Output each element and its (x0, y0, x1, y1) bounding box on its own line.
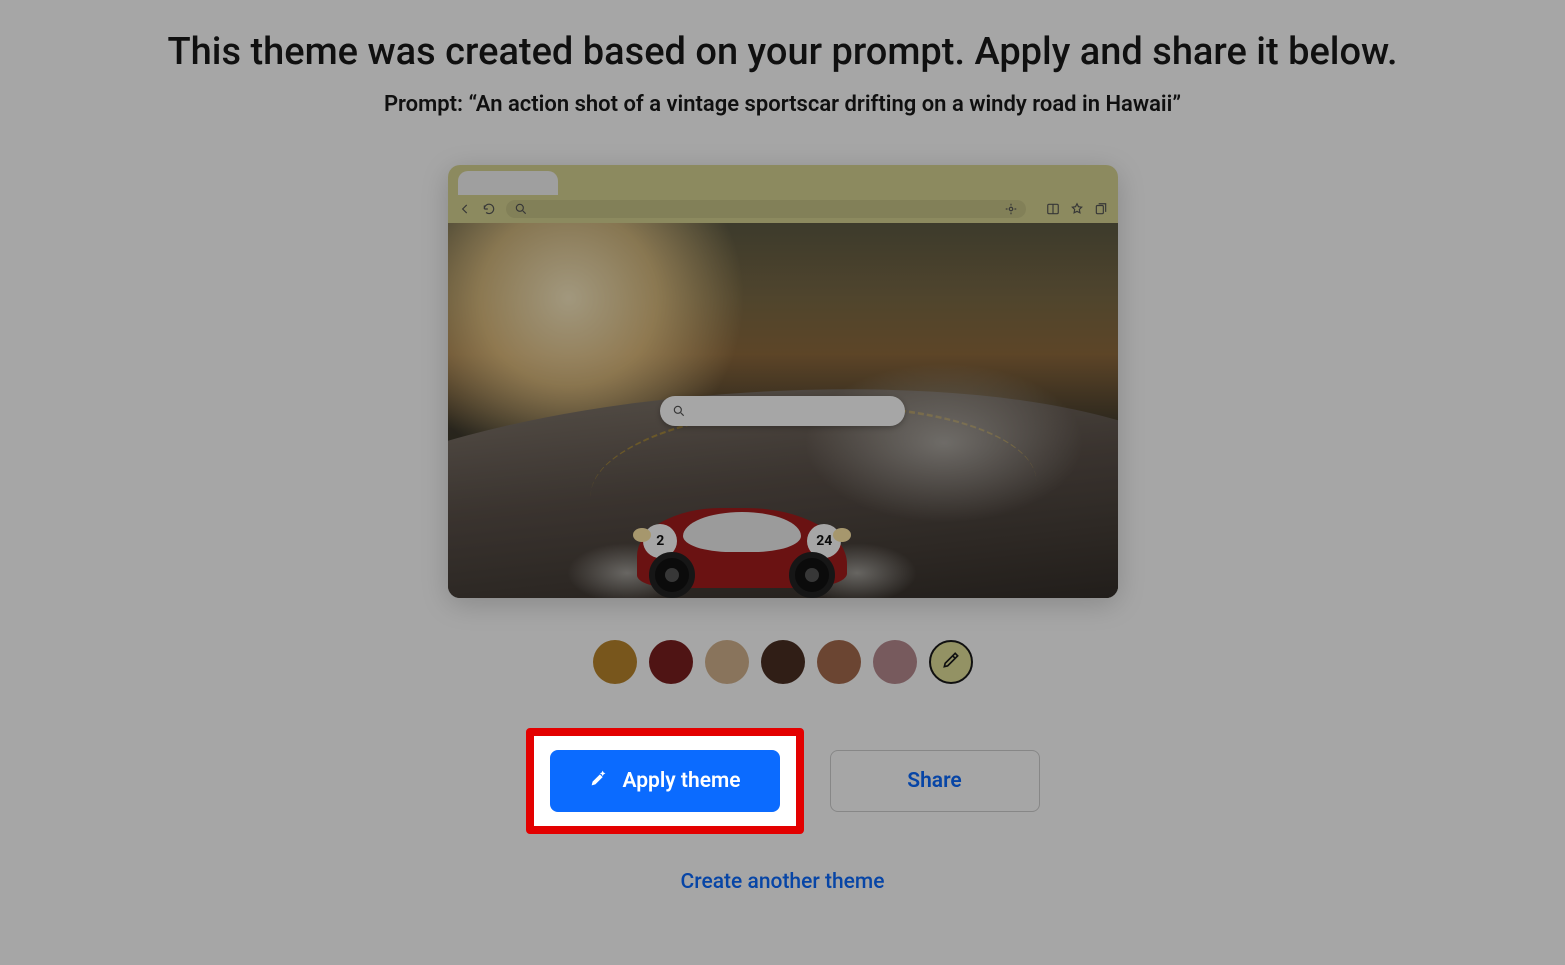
theme-result-page: This theme was created based on your pro… (0, 0, 1565, 965)
page-title: This theme was created based on your pro… (168, 30, 1398, 74)
preview-omnibox (506, 200, 1026, 218)
color-swatch-row (593, 640, 973, 684)
swatch-tan[interactable] (705, 640, 749, 684)
tune-icon (1004, 202, 1018, 216)
swatch-maroon[interactable] (649, 640, 693, 684)
sparkle-brush-icon (588, 767, 610, 795)
create-another-theme-link[interactable]: Create another theme (681, 870, 885, 894)
share-label: Share (907, 769, 961, 793)
preview-tab (458, 171, 558, 195)
preview-new-tab-page: 2 24 (448, 223, 1118, 598)
apply-theme-label: Apply theme (622, 769, 740, 793)
swatch-mauve[interactable] (873, 640, 917, 684)
swatch-ochre[interactable] (593, 640, 637, 684)
browser-preview: 2 24 (448, 165, 1118, 598)
share-button[interactable]: Share (830, 750, 1040, 812)
preview-toolbar (448, 195, 1118, 223)
reload-icon (482, 202, 496, 216)
preview-ntp-searchbox (660, 396, 905, 426)
swatch-dark-brown[interactable] (761, 640, 805, 684)
split-screen-icon (1046, 202, 1060, 216)
apply-theme-highlight: Apply theme (526, 728, 804, 834)
apply-theme-button[interactable]: Apply theme (550, 750, 780, 812)
swatch-custom-color[interactable] (929, 640, 973, 684)
preview-car-art: 2 24 (637, 508, 847, 588)
collections-icon (1094, 202, 1108, 216)
preview-tabstrip (448, 165, 1118, 195)
prompt-label: Prompt: (384, 92, 469, 117)
swatch-copper[interactable] (817, 640, 861, 684)
action-buttons-row: Apply theme Share (526, 728, 1040, 834)
favorite-icon (1070, 202, 1084, 216)
back-icon (458, 202, 472, 216)
eyedropper-icon (941, 650, 961, 674)
prompt-line: Prompt: “An action shot of a vintage spo… (384, 92, 1181, 117)
search-icon (514, 202, 528, 216)
prompt-text: “An action shot of a vintage sportscar d… (468, 92, 1181, 117)
